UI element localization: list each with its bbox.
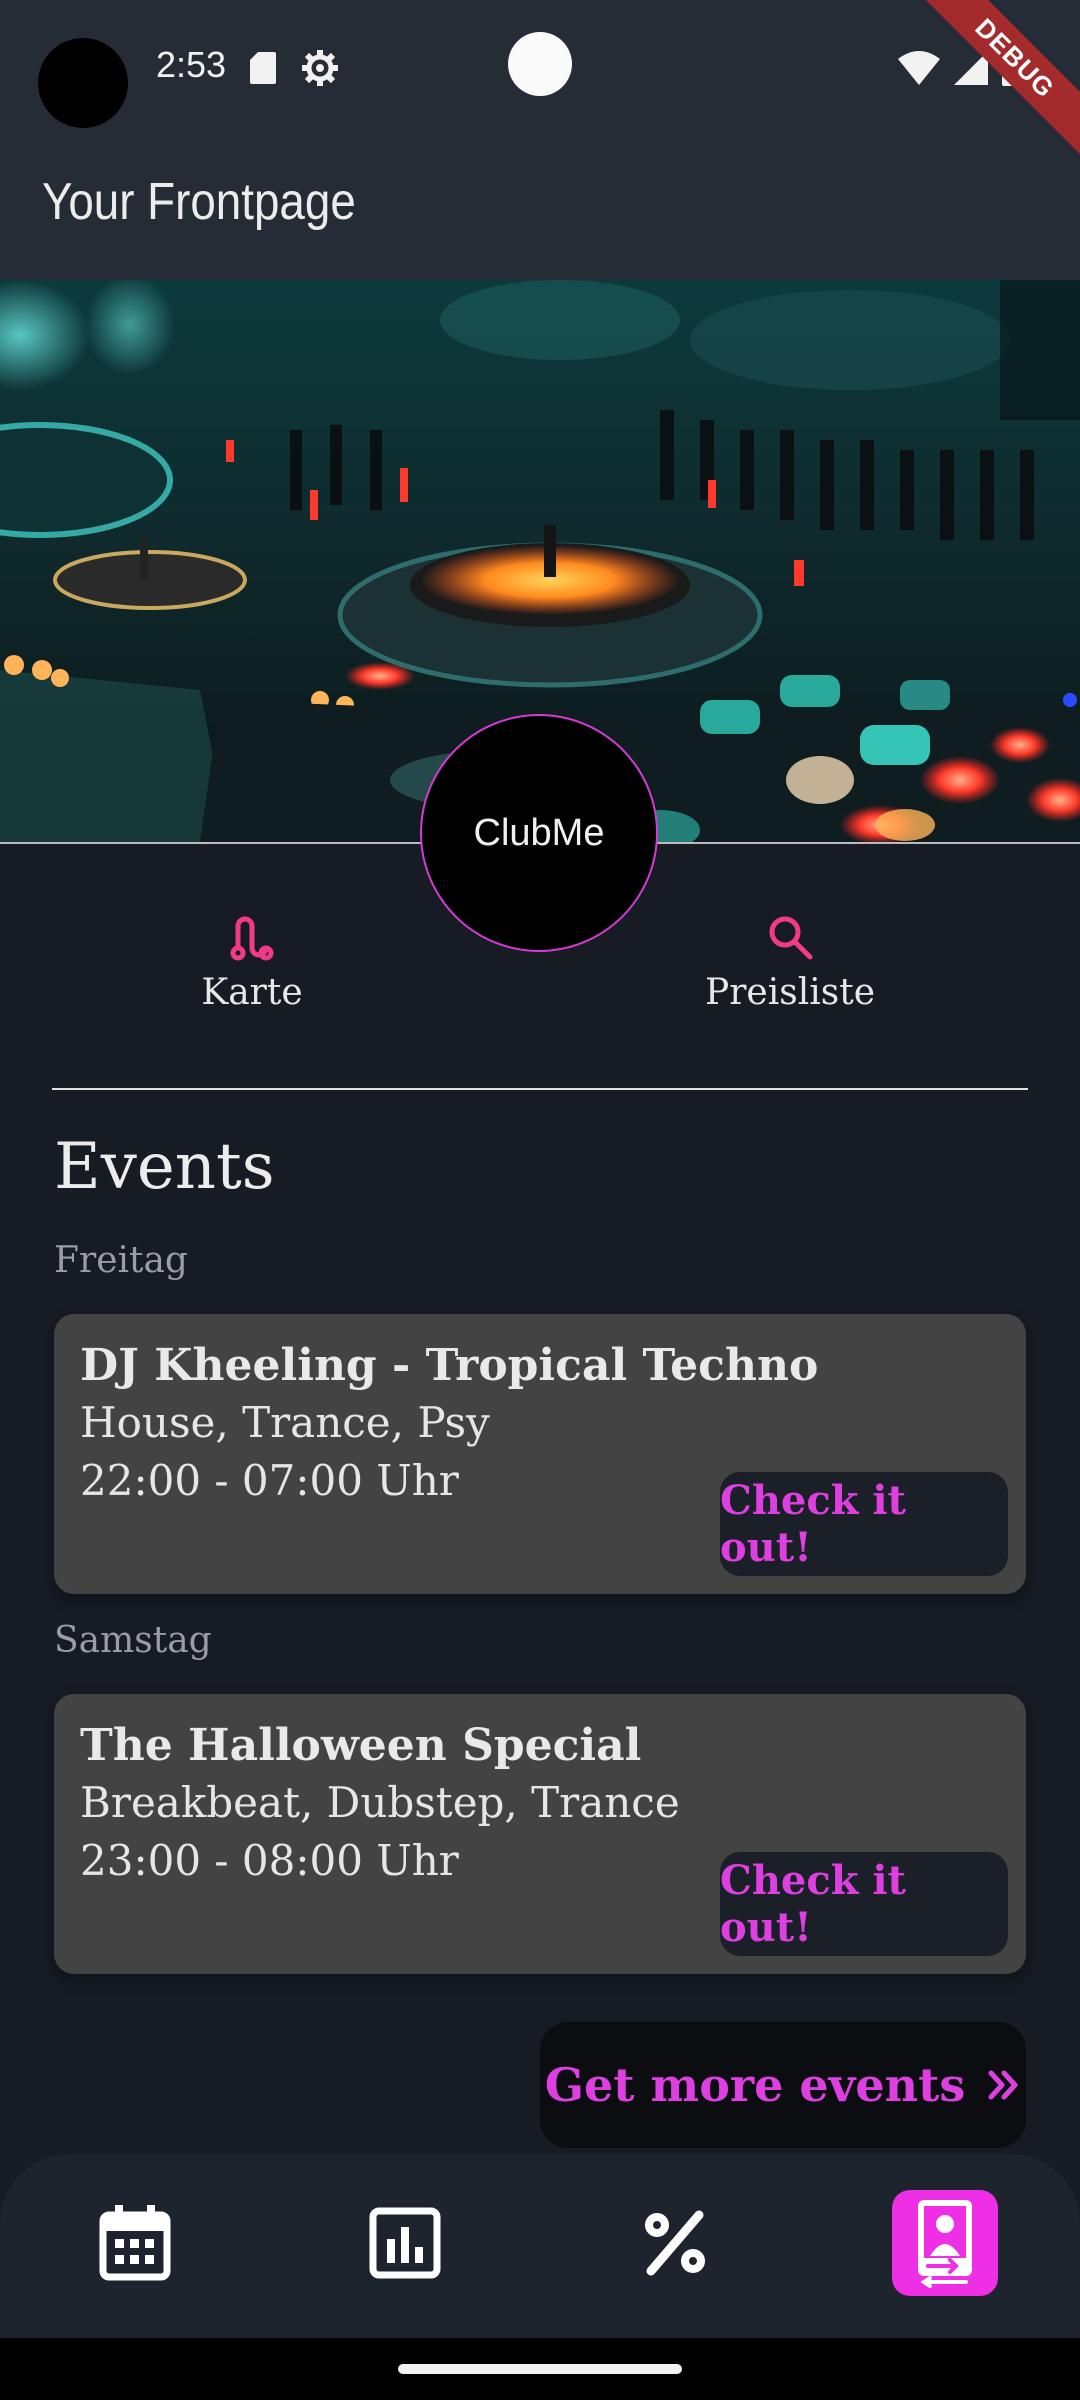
search-icon — [769, 916, 813, 960]
frontpage-screen: 2:53 DEBUG Your Frontpage ClubMe Karte P… — [0, 0, 1080, 2400]
double-chevron-right-icon — [988, 2070, 1018, 2100]
calendar-icon — [99, 2205, 171, 2281]
check-it-out-button[interactable]: Check it out! — [720, 1472, 1008, 1576]
event-title: The Halloween Special — [80, 1720, 642, 1771]
get-more-events-label: Get more events — [544, 2058, 966, 2112]
price-list-label: Preisliste — [705, 972, 875, 1013]
day-label: Freitag — [54, 1240, 188, 1281]
nav-statistics[interactable] — [352, 2190, 458, 2296]
event-time: 22:00 - 07:00 Uhr — [80, 1456, 459, 1505]
bottom-navigation — [0, 2154, 1080, 2338]
event-card[interactable]: The Halloween Special Breakbeat, Dubstep… — [54, 1694, 1026, 1974]
map-button[interactable]: Karte — [102, 912, 402, 1013]
nav-coupons[interactable] — [622, 2190, 728, 2296]
sd-card-icon — [250, 52, 276, 84]
get-more-events-button[interactable]: Get more events — [540, 2022, 1026, 2148]
divider — [52, 1088, 1028, 1090]
map-label: Karte — [201, 972, 303, 1013]
percent-icon — [645, 2210, 705, 2276]
club-logo: ClubMe — [420, 714, 658, 952]
home-gesture-handle[interactable] — [398, 2364, 682, 2374]
wifi-icon — [898, 51, 940, 85]
gear-icon — [302, 50, 338, 86]
day-label: Samstag — [54, 1620, 212, 1661]
nav-club-frontpage[interactable] — [892, 2190, 998, 2296]
status-time: 2:53 — [156, 44, 227, 85]
bar-chart-icon — [369, 2207, 441, 2279]
front-camera — [508, 32, 572, 96]
event-time: 23:00 - 08:00 Uhr — [80, 1836, 459, 1885]
event-title: DJ Kheeling - Tropical Techno — [80, 1340, 819, 1391]
route-icon — [230, 916, 274, 961]
page-title: Your Frontpage — [42, 173, 356, 231]
events-heading: Events — [54, 1130, 275, 1204]
event-genres: House, Trance, Psy — [80, 1398, 490, 1447]
event-genres: Breakbeat, Dubstep, Trance — [80, 1778, 680, 1827]
top-bar: 2:53 DEBUG Your Frontpage — [0, 0, 1080, 280]
check-it-out-button[interactable]: Check it out! — [720, 1852, 1008, 1956]
club-frontpage-icon — [918, 2200, 972, 2288]
event-card[interactable]: DJ Kheeling - Tropical Techno House, Tra… — [54, 1314, 1026, 1594]
camera-cutout — [38, 38, 128, 128]
price-list-button[interactable]: Preisliste — [640, 912, 940, 1013]
nav-events[interactable] — [82, 2190, 188, 2296]
